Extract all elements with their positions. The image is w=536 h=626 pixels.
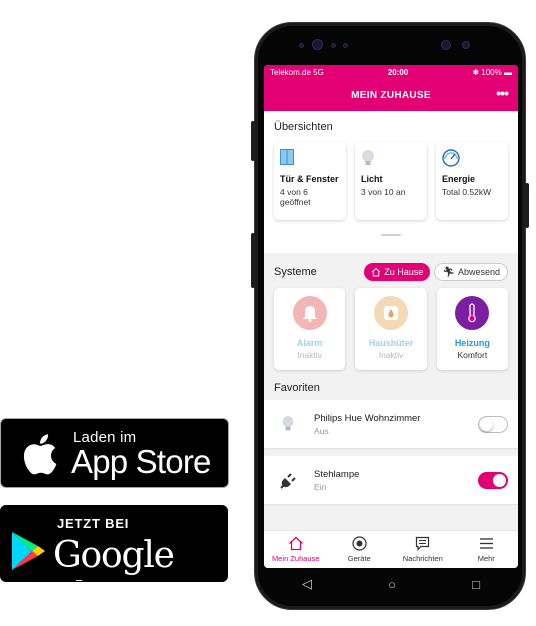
overview-title: Übersichten [274,121,333,133]
overview-card-value: 4 von 6 geöffnet [280,187,311,208]
home-button[interactable]: ○ [388,577,396,592]
tab-label: Mein Zuhause [271,554,320,563]
more-options-button[interactable]: ••• [496,85,509,101]
phone-frame: Telekom.de 5G 20:00 ✱ 100% ▬ MEIN ZUHAUS… [251,22,529,610]
bulb-icon [361,149,421,169]
tab-mein-zuhause[interactable]: Mein Zuhause [264,531,328,568]
favorites-title: Favoriten [274,382,320,394]
bell-icon [292,296,327,330]
google-play-title: Google play [53,535,175,581]
door-window-icon [280,149,340,169]
system-card-alarm[interactable]: Alarm Inaktiv [274,288,346,370]
system-state: Inaktiv [378,350,404,360]
mode-away-label: Abwesend [457,267,500,277]
system-card-heating[interactable]: Heizung Komfort [436,288,508,370]
clock: 20:00 [387,67,409,77]
app-screen: Telekom.de 5G 20:00 ✱ 100% ▬ MEIN ZUHAUS… [264,65,518,568]
page-title: MEIN ZUHAUSE [351,89,431,101]
favorite-toggle[interactable] [478,471,508,489]
systems-title: Systeme [274,266,317,278]
sensor-dot [343,43,348,48]
menu-icon [479,538,493,549]
app-header: MEIN ZUHAUSE ••• [264,79,518,111]
system-name: Haushüter [368,338,414,348]
overview-card-value: Total 0.52kW [442,187,492,197]
thermometer-icon [455,296,490,330]
home-icon [288,536,303,551]
mode-home-label: Zu Hause [384,267,424,277]
bottom-tab-bar: Mein Zuhause Geräte Nachrichten Mehr [264,530,518,568]
recent-apps-button[interactable]: □ [472,577,480,592]
overview-card-door-window[interactable]: Tür & Fenster 4 von 6 geöffnet [274,142,346,220]
overview-card-name: Energie [442,174,476,184]
mode-away-button[interactable]: 🏃︎ Abwesend [434,263,508,281]
tab-geraete[interactable]: Geräte [328,531,392,568]
back-button[interactable]: ◁ [302,576,312,592]
overview-card-value: 3 von 10 an [361,187,406,197]
battery-label: ✱ 100% ▬ [472,67,512,77]
apple-icon [23,434,57,475]
system-card-house-sitter[interactable]: Haushüter Inaktiv [355,288,427,370]
power-button [525,183,529,228]
overview-section: Übersichten Tür & Fenster 4 von 6 geöffn… [264,111,518,253]
tab-nachrichten[interactable]: Nachrichten [391,531,455,568]
camera-bar [255,35,525,57]
messages-icon [416,536,430,551]
overview-card-energy[interactable]: Energie Total 0.52kW [436,142,508,220]
house-sitter-icon [373,296,408,330]
system-state: Inaktiv [297,350,322,360]
google-play-icon [12,532,45,570]
volume-button [251,121,255,161]
system-name: Alarm [296,338,323,348]
sensor-dot [299,43,304,48]
google-play-subtitle: JETZT BEI [57,516,130,531]
tab-label: Geräte [347,554,371,563]
system-name: Heizung [454,338,490,348]
mode-home-button[interactable]: Zu Hause [364,263,431,281]
status-bar: Telekom.de 5G 20:00 ✱ 100% ▬ [264,65,518,79]
iris-sensor [441,40,451,50]
carrier-label: Telekom.de 5G [270,67,324,77]
google-play-badge[interactable]: JETZT BEI Google play [0,505,228,582]
favorite-item-hue[interactable]: Philips Hue Wohnzimmer Aus [264,400,518,448]
overview-card-name: Licht [361,174,383,184]
drag-handle[interactable] [381,234,401,236]
app-store-title: App Store [71,443,211,480]
favorite-name: Philips Hue Wohnzimmer [314,412,421,424]
app-store-badge[interactable]: Laden im App Store [0,418,229,488]
favorite-name: Stehlampe [314,468,360,480]
devices-icon [352,536,367,551]
systems-section: Systeme Zu Hause 🏃︎ Abwesend Alarm Inakt… [264,253,518,370]
gauge-icon [442,149,502,169]
overview-card-light[interactable]: Licht 3 von 10 an [355,142,427,220]
tab-label: Mehr [477,554,495,563]
favorite-state: Ein [314,481,327,492]
tab-mehr[interactable]: Mehr [455,531,519,568]
android-nav-bar: ◁ ○ □ [264,569,518,599]
iris-camera [462,41,470,49]
toggle-knob [493,473,506,487]
sensor-dot [331,43,336,48]
bulb-icon [276,412,300,436]
favorite-toggle[interactable] [478,415,508,433]
toggle-knob [480,417,493,431]
plug-icon [276,468,300,492]
home-icon [371,267,381,277]
favorite-item-stehlampe[interactable]: Stehlampe Ein [264,456,518,504]
favorites-section: Favoriten Philips Hue Wohnzimmer Aus Ste… [264,370,518,504]
favorite-state: Aus [314,425,329,436]
front-camera [312,39,323,50]
tab-label: Nachrichten [402,554,443,563]
bixby-button [251,233,255,288]
overview-card-name: Tür & Fenster [280,174,339,184]
system-state: Komfort [457,350,488,360]
walking-icon: 🏃︎ [442,266,455,278]
